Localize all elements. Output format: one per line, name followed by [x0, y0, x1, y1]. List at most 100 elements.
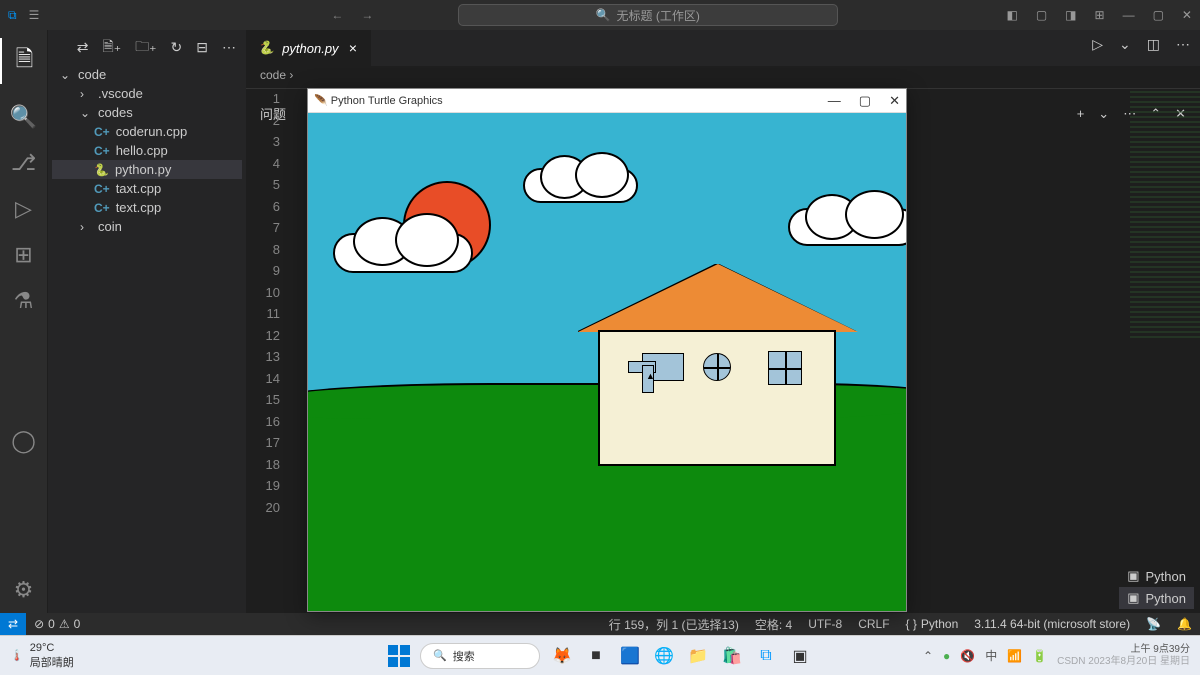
- search-icon: 🔍: [433, 649, 447, 662]
- taskbar-app-icon[interactable]: 🦊: [550, 644, 574, 668]
- weather-widget[interactable]: 🌡️ 29°C 局部晴朗: [10, 642, 74, 670]
- maximize-icon[interactable]: ▢: [1153, 8, 1164, 22]
- cpp-icon: C+: [94, 125, 110, 139]
- turtle-cursor-icon: ▲: [646, 371, 655, 381]
- taskbar-app-icon[interactable]: ■: [584, 644, 608, 668]
- python-icon: 🐍: [94, 163, 109, 177]
- command-center[interactable]: 🔍 无标题 (工作区): [458, 4, 838, 26]
- tree-file[interactable]: C+hello.cpp: [52, 141, 242, 160]
- line-gutter: 1234567891011121314151617181920: [246, 88, 294, 518]
- drawn-cloud: [788, 208, 906, 246]
- cpp-icon: C+: [94, 182, 110, 196]
- testing-icon[interactable]: ⚗: [14, 288, 34, 314]
- remote-button[interactable]: ⇄: [0, 613, 26, 635]
- problems-status[interactable]: ⊘ 0 ⚠ 0: [26, 617, 88, 631]
- close-icon[interactable]: ✕: [889, 93, 900, 109]
- new-terminal-icon[interactable]: +: [1077, 106, 1085, 122]
- refresh-icon[interactable]: ↻: [171, 39, 183, 56]
- tab-python[interactable]: 🐍 python.py ×: [246, 30, 372, 66]
- turtle-titlebar[interactable]: 🪶 Python Turtle Graphics — ▢ ✕: [308, 89, 906, 113]
- turtle-window: 🪶 Python Turtle Graphics — ▢ ✕ ▲: [307, 88, 907, 612]
- tray-icon[interactable]: ●: [943, 649, 950, 663]
- menu-button[interactable]: ☰: [29, 8, 40, 22]
- tray-chevron-icon[interactable]: ⌃: [923, 649, 933, 663]
- terminal-icon[interactable]: ▣: [788, 644, 812, 668]
- cpp-icon: C+: [94, 201, 110, 215]
- start-button[interactable]: [388, 645, 410, 667]
- explorer-sidebar: ⇄ 🗎₊ 🗀₊ ↻ ⊟ ⋯ ⌄code ›.vscode ⌄codes C+co…: [48, 30, 246, 613]
- terminal-icon: ▣: [1127, 568, 1139, 584]
- battery-icon[interactable]: 🔋: [1032, 649, 1047, 663]
- breadcrumb[interactable]: code ›: [246, 66, 1200, 88]
- tree-folder-root[interactable]: ⌄code: [52, 65, 242, 84]
- turtle-title: Python Turtle Graphics: [331, 95, 443, 107]
- run-icon[interactable]: ▷: [1092, 36, 1103, 53]
- feedback-icon[interactable]: 📡: [1138, 616, 1169, 633]
- encoding-status[interactable]: UTF-8: [800, 616, 850, 633]
- eol-status[interactable]: CRLF: [850, 616, 897, 633]
- tree-folder[interactable]: ⌄codes: [52, 103, 242, 122]
- tree-file-active[interactable]: 🐍python.py: [52, 160, 242, 179]
- tree-folder[interactable]: ›coin: [52, 217, 242, 236]
- collapse-icon[interactable]: ⊟: [196, 39, 208, 56]
- more-icon[interactable]: ⋯: [1176, 36, 1190, 53]
- maximize-icon[interactable]: ▢: [859, 93, 871, 109]
- vscode-logo-icon: ⧉: [8, 8, 17, 23]
- source-control-icon[interactable]: ⎇: [11, 150, 36, 176]
- dropdown-icon[interactable]: ⌄: [1098, 106, 1109, 122]
- cursor-position[interactable]: 行 159，列 1 (已选择13): [601, 616, 747, 633]
- minimize-icon[interactable]: —: [1123, 8, 1135, 22]
- vscode-icon[interactable]: ⧉: [754, 644, 778, 668]
- layout-icon[interactable]: ⊞: [1095, 8, 1105, 22]
- edge-icon[interactable]: 🌐: [652, 644, 676, 668]
- file-explorer-icon[interactable]: 📁: [686, 644, 710, 668]
- explorer-icon[interactable]: 🗎: [0, 38, 47, 84]
- layout-icon[interactable]: ▢: [1036, 8, 1047, 22]
- language-status[interactable]: { } Python: [898, 616, 967, 633]
- status-bar: ⇄ ⊘ 0 ⚠ 0 行 159，列 1 (已选择13) 空格: 4 UTF-8 …: [0, 613, 1200, 635]
- run-debug-icon[interactable]: ▷: [15, 196, 32, 222]
- tree-folder[interactable]: ›.vscode: [52, 84, 242, 103]
- extensions-icon[interactable]: ⊞: [14, 242, 32, 268]
- drawn-cloud: [523, 168, 638, 203]
- close-icon[interactable]: ✕: [1182, 8, 1192, 22]
- drawn-roof: [578, 264, 858, 332]
- nav-forward-icon[interactable]: →: [361, 8, 373, 22]
- terminal-icon: ▣: [1127, 590, 1139, 606]
- notifications-icon[interactable]: 🔔: [1169, 616, 1200, 633]
- close-icon[interactable]: ×: [347, 40, 359, 56]
- run-dropdown-icon[interactable]: ⌄: [1119, 36, 1131, 53]
- volume-icon[interactable]: 🔇: [960, 649, 975, 663]
- nav-arrows: ← →: [331, 8, 373, 22]
- accounts-icon[interactable]: ◯: [11, 428, 36, 454]
- tree-file[interactable]: C+coderun.cpp: [52, 122, 242, 141]
- taskbar-app-icon[interactable]: 🟦: [618, 644, 642, 668]
- tree-file[interactable]: C+taxt.cpp: [52, 179, 242, 198]
- clock[interactable]: 上午 9点39分 CSDN 2023年8月20日 星期日: [1057, 644, 1190, 668]
- ime-icon[interactable]: 中: [985, 647, 997, 664]
- settings-gear-icon[interactable]: ⚙: [14, 577, 34, 603]
- store-icon[interactable]: 🛍️: [720, 644, 744, 668]
- more-icon[interactable]: ⋯: [222, 39, 236, 56]
- titlebar: ⧉ ☰ ← → 🔍 无标题 (工作区) ◧ ▢ ◨ ⊞ — ▢ ✕: [0, 0, 1200, 30]
- minimize-icon[interactable]: —: [828, 93, 841, 109]
- interpreter-status[interactable]: 3.11.4 64-bit (microsoft store): [966, 616, 1138, 633]
- layout-icon[interactable]: ◨: [1065, 8, 1076, 22]
- tree-file[interactable]: C+text.cpp: [52, 198, 242, 217]
- wifi-icon[interactable]: 📶: [1007, 649, 1022, 663]
- taskbar-search[interactable]: 🔍搜索: [420, 643, 540, 669]
- weather-icon: 🌡️: [10, 649, 24, 662]
- new-folder-icon[interactable]: 🗀₊: [135, 36, 156, 60]
- terminal-tab[interactable]: ▣Python: [1119, 587, 1194, 609]
- terminal-tab[interactable]: ▣Python: [1119, 565, 1194, 587]
- nav-back-icon[interactable]: ←: [331, 8, 343, 22]
- split-editor-icon[interactable]: ◫: [1147, 36, 1160, 53]
- search-icon: 🔍: [596, 8, 611, 22]
- compare-icon[interactable]: ⇄: [77, 39, 89, 56]
- minimap[interactable]: [1130, 88, 1200, 338]
- layout-icon[interactable]: ◧: [1006, 8, 1017, 22]
- indent-status[interactable]: 空格: 4: [747, 616, 800, 633]
- search-icon[interactable]: 🔍: [10, 104, 37, 130]
- watermark: CSDN 2023年8月20日 星期日: [1057, 656, 1190, 668]
- new-file-icon[interactable]: 🗎₊: [102, 36, 121, 60]
